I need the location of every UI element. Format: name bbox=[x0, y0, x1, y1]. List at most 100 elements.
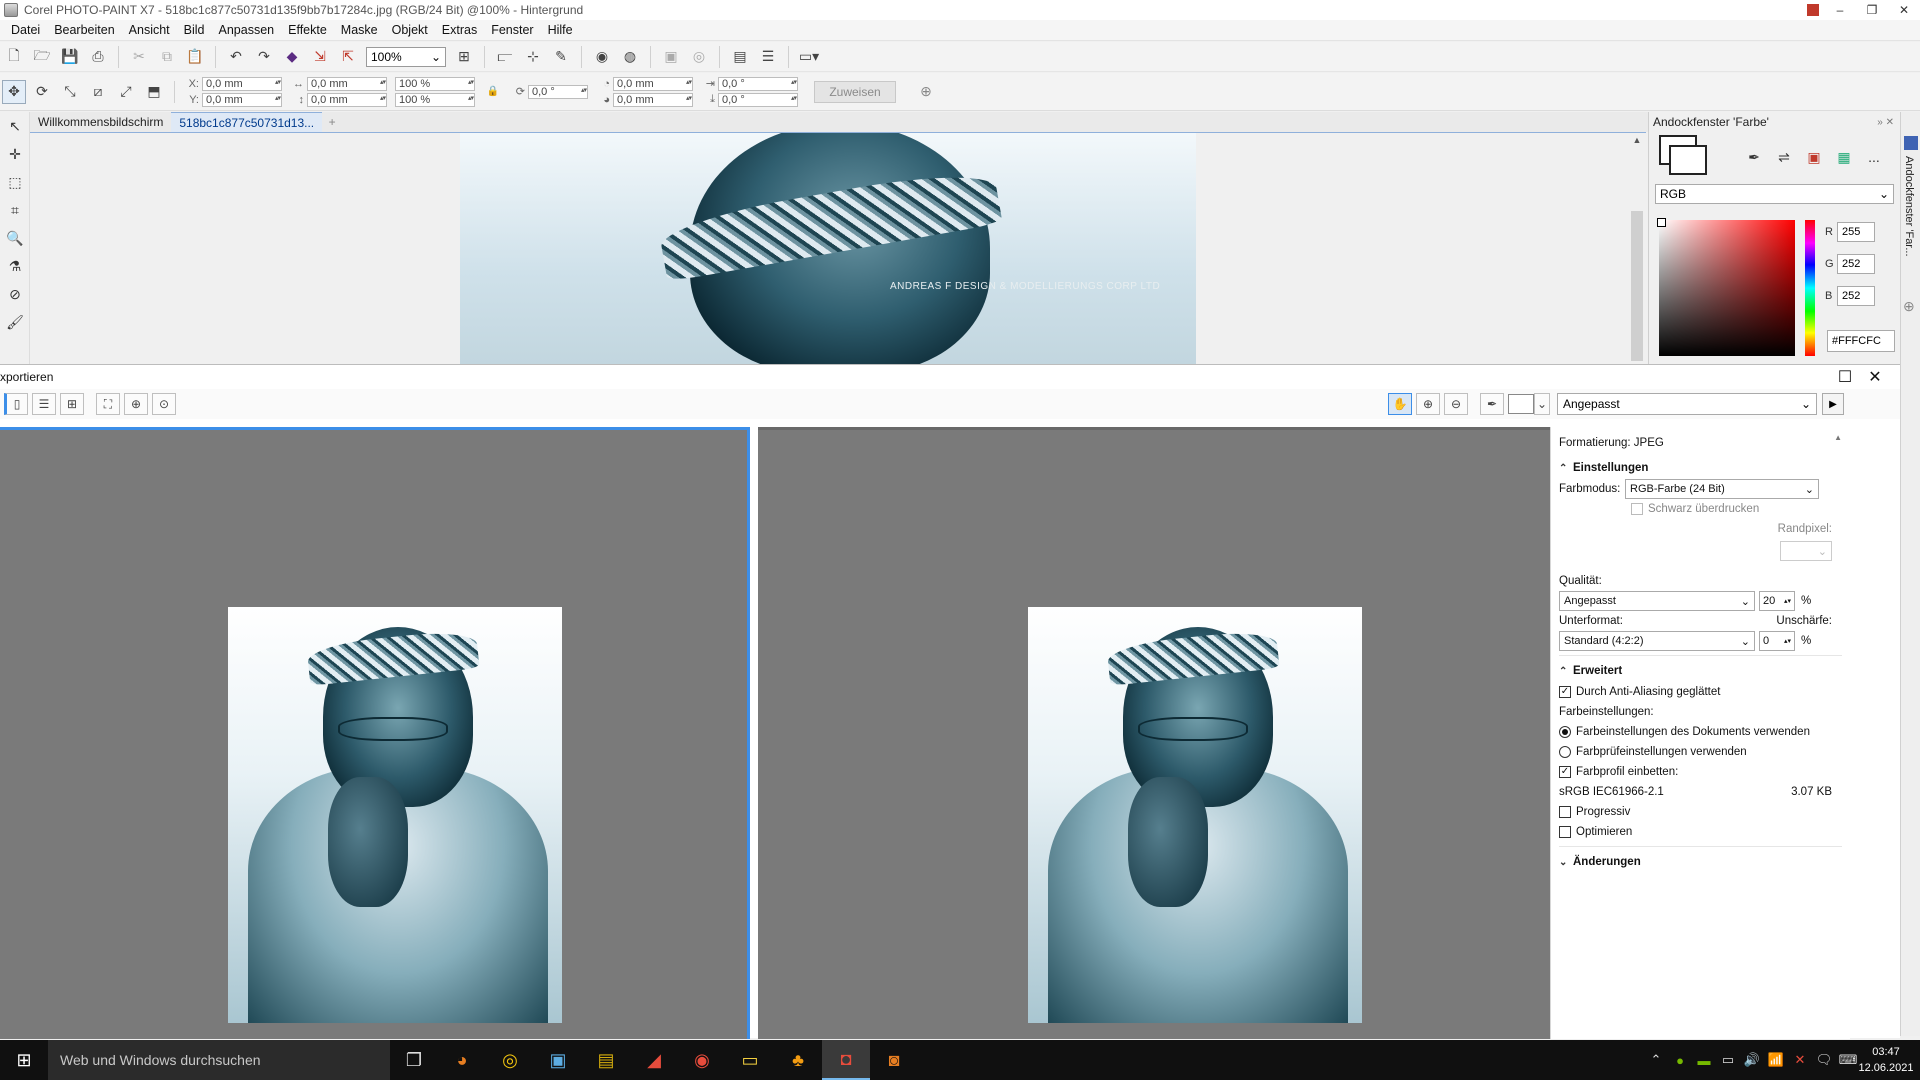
quality-preset-select[interactable]: Angepasst ⌄ bbox=[1559, 591, 1755, 611]
add-docker-icon[interactable]: ⊕ bbox=[1903, 298, 1915, 315]
tray-expand-icon[interactable]: ⌃ bbox=[1644, 1052, 1668, 1068]
media-app-icon[interactable]: ▤ bbox=[582, 1040, 630, 1080]
menu-extras[interactable]: Extras bbox=[435, 23, 484, 37]
notification-icon[interactable]: 🗨 bbox=[1812, 1052, 1836, 1068]
rotate-tool-icon[interactable]: ⟳ bbox=[30, 80, 54, 104]
settings-section[interactable]: ⌃ Einstellungen bbox=[1559, 457, 1842, 479]
advanced-section[interactable]: ⌃ Erweitert bbox=[1559, 660, 1842, 682]
no-connection-icon[interactable]: ✕ bbox=[1788, 1052, 1812, 1068]
scrollbar-thumb[interactable] bbox=[1631, 211, 1643, 361]
mask-marquee-icon[interactable]: ◉ bbox=[590, 45, 614, 69]
game-app-icon[interactable]: ♣ bbox=[774, 1040, 822, 1080]
new-tab-button[interactable]: + bbox=[322, 112, 342, 132]
export-preset-select[interactable]: Angepasst ⌄ bbox=[1557, 393, 1817, 415]
restore-button[interactable]: ❐ bbox=[1856, 0, 1888, 20]
collapse-icon[interactable]: ⌃ bbox=[1559, 666, 1573, 677]
quality-input[interactable]: 20 ▴▾ bbox=[1759, 591, 1795, 611]
width-input[interactable]: 0,0 mm bbox=[307, 76, 387, 91]
lock-ratio-icon[interactable]: 🔒 bbox=[481, 80, 505, 104]
more-options-icon[interactable]: ... bbox=[1861, 145, 1887, 169]
overprint-black-checkbox[interactable] bbox=[1631, 503, 1643, 515]
eyedropper-icon[interactable]: ✒ bbox=[1741, 145, 1767, 169]
center-x-input[interactable]: 0,0 mm bbox=[613, 76, 693, 91]
battery-icon[interactable]: ▭ bbox=[1716, 1052, 1740, 1068]
app-launcher-icon[interactable]: ▤ bbox=[728, 45, 752, 69]
grid-icon[interactable]: ⊹ bbox=[521, 45, 545, 69]
docker-collapse-icon[interactable]: » ✕ bbox=[1877, 117, 1894, 128]
mask-overlay-icon[interactable]: ◍ bbox=[618, 45, 642, 69]
scale-tool-icon[interactable]: ⤡ bbox=[58, 80, 82, 104]
object-lock-icon[interactable]: ◎ bbox=[687, 45, 711, 69]
progressive-checkbox[interactable] bbox=[1559, 806, 1571, 818]
vertical-scrollbar[interactable]: ▲ bbox=[1628, 133, 1646, 364]
tab-document[interactable]: 518bc1c877c50731d13... bbox=[171, 112, 323, 132]
docker-tab-color-icon[interactable] bbox=[1904, 136, 1918, 150]
color-picker-marker[interactable] bbox=[1657, 218, 1666, 227]
user-account-icon[interactable] bbox=[1806, 3, 1820, 17]
changes-section[interactable]: ⌄ Änderungen bbox=[1559, 851, 1842, 873]
hue-slider[interactable] bbox=[1805, 220, 1815, 356]
color-palettes-icon[interactable]: ▦ bbox=[1831, 145, 1857, 169]
zoom-100-icon[interactable]: ⊙ bbox=[152, 393, 176, 415]
color-picker-field[interactable] bbox=[1657, 218, 1795, 356]
proof-settings-radio[interactable] bbox=[1559, 746, 1571, 758]
guidelines-icon[interactable]: ✎ bbox=[549, 45, 573, 69]
assign-button[interactable]: Zuweisen bbox=[814, 80, 896, 103]
nvidia-icon[interactable]: ● bbox=[1668, 1053, 1692, 1068]
perspective-tool-icon[interactable]: ⬒ bbox=[142, 80, 166, 104]
windows-start-icon[interactable]: ⊞ bbox=[0, 1040, 48, 1080]
task-view-icon[interactable]: ❐ bbox=[390, 1040, 438, 1080]
menu-objekt[interactable]: Objekt bbox=[385, 23, 435, 37]
move-tool-icon[interactable]: ✥ bbox=[2, 79, 26, 104]
collapse-icon[interactable]: ⌃ bbox=[1559, 463, 1573, 474]
color-sliders-icon[interactable]: ⇌ bbox=[1771, 145, 1797, 169]
file-explorer-icon[interactable]: ▭ bbox=[726, 1040, 774, 1080]
scroll-up-icon[interactable]: ▲ bbox=[1834, 433, 1842, 442]
split-horizontal-icon[interactable]: ☰ bbox=[32, 393, 56, 415]
rulers-icon[interactable]: ⫍ bbox=[493, 45, 517, 69]
doc-settings-radio[interactable] bbox=[1559, 726, 1571, 738]
menu-bild[interactable]: Bild bbox=[177, 23, 212, 37]
y-position-input[interactable]: 0,0 mm bbox=[202, 92, 282, 107]
add-transform-icon[interactable]: ⊕ bbox=[914, 80, 938, 104]
keyboard-icon[interactable]: ⌨ bbox=[1836, 1052, 1860, 1068]
color-model-select[interactable]: RGB ⌄ bbox=[1655, 184, 1894, 204]
canvas-area[interactable]: ANDREAS F DESIGN & MODELLIERUNGS CORP LT… bbox=[30, 132, 1646, 364]
close-dialog-icon[interactable]: ✕ bbox=[1860, 367, 1890, 387]
zoom-fit-icon[interactable]: ⊞ bbox=[452, 45, 476, 69]
x-position-input[interactable]: 0,0 mm bbox=[202, 76, 282, 91]
menu-effekte[interactable]: Effekte bbox=[281, 23, 334, 37]
distort-tool-icon[interactable]: ⤢ bbox=[114, 80, 138, 104]
zoom-tool-icon[interactable]: 🔍 bbox=[0, 224, 30, 252]
minimize-button[interactable]: – bbox=[1824, 0, 1856, 20]
cut-icon[interactable]: ✂ bbox=[127, 45, 151, 69]
menu-hilfe[interactable]: Hilfe bbox=[541, 23, 580, 37]
volume-icon[interactable]: 🔊 bbox=[1740, 1052, 1764, 1068]
chrome-app-icon[interactable]: ◉ bbox=[678, 1040, 726, 1080]
green-input[interactable]: 252 bbox=[1837, 254, 1875, 274]
eyedropper-tool-icon[interactable]: ⚗ bbox=[0, 252, 30, 280]
menu-bearbeiten[interactable]: Bearbeiten bbox=[47, 23, 121, 37]
subformat-select[interactable]: Standard (4:2:2) ⌄ bbox=[1559, 631, 1755, 651]
zoom-out-icon[interactable]: ⊖ bbox=[1444, 393, 1468, 415]
network-app-icon[interactable]: ▬ bbox=[1692, 1053, 1716, 1068]
taskbar-search-input[interactable]: Web und Windows durchsuchen bbox=[48, 1040, 390, 1080]
mask-transform-icon[interactable]: ✛ bbox=[0, 140, 30, 168]
spinner-icon[interactable]: ▴▾ bbox=[1784, 637, 1791, 645]
crop-tool-icon[interactable]: ⌗ bbox=[0, 196, 30, 224]
menu-fenster[interactable]: Fenster bbox=[484, 23, 540, 37]
expand-icon[interactable]: ⌄ bbox=[1559, 857, 1573, 868]
zoom-1to1-icon[interactable]: ⊕ bbox=[124, 393, 148, 415]
photo-app-icon[interactable]: ▣ bbox=[534, 1040, 582, 1080]
blue-input[interactable]: 252 bbox=[1837, 286, 1875, 306]
scale-y-input[interactable]: 100 % bbox=[395, 92, 475, 107]
scale-x-input[interactable]: 100 % bbox=[395, 76, 475, 91]
split-quad-icon[interactable]: ⊞ bbox=[60, 393, 84, 415]
chevron-down-icon[interactable]: ⌄ bbox=[1534, 393, 1550, 415]
redo-icon[interactable]: ↷ bbox=[252, 45, 276, 69]
print-icon[interactable]: ⎙ bbox=[86, 45, 110, 69]
new-file-icon[interactable]: 🗋 bbox=[2, 45, 26, 69]
red-input[interactable]: 255 bbox=[1837, 222, 1875, 242]
blur-input[interactable]: 0 ▴▾ bbox=[1759, 631, 1795, 651]
preview-result[interactable] bbox=[758, 427, 1550, 1039]
